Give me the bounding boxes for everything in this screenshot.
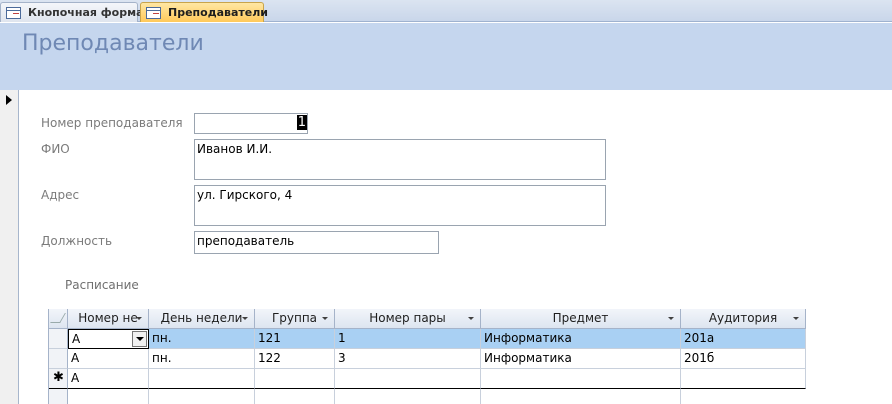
- empty-cell: [149, 389, 255, 404]
- column-header-group[interactable]: Группа: [255, 309, 335, 329]
- form-header: Преподаватели: [0, 23, 892, 90]
- sort-dropdown-icon[interactable]: [468, 317, 474, 320]
- sort-dropdown-icon[interactable]: [242, 317, 248, 320]
- record-selector[interactable]: [0, 90, 19, 404]
- form-icon: [146, 6, 161, 19]
- datasheet-empty-area: [49, 389, 806, 404]
- column-header-label: Номер пары: [369, 311, 446, 325]
- column-header-label: Предмет: [552, 311, 609, 325]
- group-cell[interactable]: 122: [255, 349, 335, 369]
- sort-dropdown-icon[interactable]: [136, 317, 142, 320]
- sort-dropdown-icon[interactable]: [668, 317, 674, 320]
- teacher-number-field[interactable]: 1: [194, 113, 308, 134]
- new-record-row[interactable]: ✱ А: [49, 369, 806, 389]
- sort-dropdown-icon[interactable]: [793, 317, 799, 320]
- table-row[interactable]: А пн. 121 1 Информатика 201а: [49, 329, 806, 349]
- current-record-arrow-icon: [6, 95, 12, 105]
- address-label: Адрес: [41, 188, 80, 202]
- cell-value: А: [72, 332, 81, 346]
- column-header-subject[interactable]: Предмет: [481, 309, 681, 329]
- column-header-room[interactable]: Аудитория: [681, 309, 806, 329]
- teacher-number-combo[interactable]: А: [68, 329, 149, 349]
- empty-cell: [335, 389, 481, 404]
- new-record-star-icon: ✱: [53, 370, 64, 385]
- column-header-label: День недели: [160, 311, 243, 325]
- teacher-number-label: Номер преподавателя: [41, 116, 183, 130]
- column-header-label: Группа: [271, 311, 318, 325]
- teacher-number-value: 1: [296, 115, 307, 130]
- teacher-number-cell[interactable]: А: [68, 369, 149, 389]
- position-field[interactable]: преподаватель: [194, 231, 439, 254]
- datasheet-header-row: Номер не День недели Группа Номер пары П…: [49, 309, 806, 329]
- room-cell[interactable]: 201б: [681, 349, 806, 369]
- column-header-label: Аудитория: [708, 311, 778, 325]
- table-row[interactable]: А пн. 122 3 Информатика 201б: [49, 349, 806, 369]
- document-tab-strip: Кнопочная форма Преподаватели: [0, 0, 892, 22]
- room-cell[interactable]: [681, 369, 806, 389]
- tab-label: Преподаватели: [168, 6, 268, 19]
- column-header-pair-number[interactable]: Номер пары: [335, 309, 481, 329]
- column-header-label: Номер не: [78, 311, 138, 325]
- weekday-cell[interactable]: [149, 369, 255, 389]
- column-header-weekday[interactable]: День недели: [149, 309, 255, 329]
- subject-cell[interactable]: Информатика: [481, 329, 681, 349]
- pair-number-cell[interactable]: [335, 369, 481, 389]
- group-cell[interactable]: [255, 369, 335, 389]
- tab-teachers[interactable]: Преподаватели: [140, 2, 268, 22]
- teacher-number-cell[interactable]: А: [68, 349, 149, 369]
- empty-selector: [49, 389, 68, 404]
- subject-cell[interactable]: Информатика: [481, 349, 681, 369]
- tab-label: Кнопочная форма: [28, 6, 144, 19]
- fio-label: ФИО: [41, 142, 70, 156]
- group-cell[interactable]: 121: [255, 329, 335, 349]
- combo-dropdown-icon[interactable]: [132, 331, 147, 347]
- room-cell[interactable]: 201а: [681, 329, 806, 349]
- fio-field[interactable]: Иванов И.И.: [194, 139, 606, 180]
- form-title: Преподаватели: [22, 31, 204, 56]
- schedule-datasheet[interactable]: Номер не День недели Группа Номер пары П…: [48, 309, 806, 404]
- row-selector[interactable]: [49, 349, 68, 369]
- pair-number-cell[interactable]: 3: [335, 349, 481, 369]
- position-label: Должность: [41, 234, 113, 248]
- weekday-cell[interactable]: пн.: [149, 329, 255, 349]
- select-all-corner[interactable]: [49, 309, 68, 329]
- empty-cell: [68, 389, 149, 404]
- row-selector[interactable]: [49, 329, 68, 349]
- subject-cell[interactable]: [481, 369, 681, 389]
- column-header-teacher-number[interactable]: Номер не: [68, 309, 149, 329]
- tab-switchboard[interactable]: Кнопочная форма: [0, 2, 144, 22]
- new-record-selector[interactable]: ✱: [49, 369, 68, 389]
- weekday-cell[interactable]: пн.: [149, 349, 255, 369]
- form-icon: [6, 6, 21, 19]
- empty-cell: [681, 389, 806, 404]
- address-field[interactable]: ул. Гирского, 4: [194, 185, 606, 226]
- empty-cell: [255, 389, 335, 404]
- schedule-subform-label: Расписание: [65, 278, 139, 292]
- select-all-icon: [50, 313, 66, 323]
- pair-number-cell[interactable]: 1: [335, 329, 481, 349]
- empty-cell: [481, 389, 681, 404]
- sort-dropdown-icon[interactable]: [322, 317, 328, 320]
